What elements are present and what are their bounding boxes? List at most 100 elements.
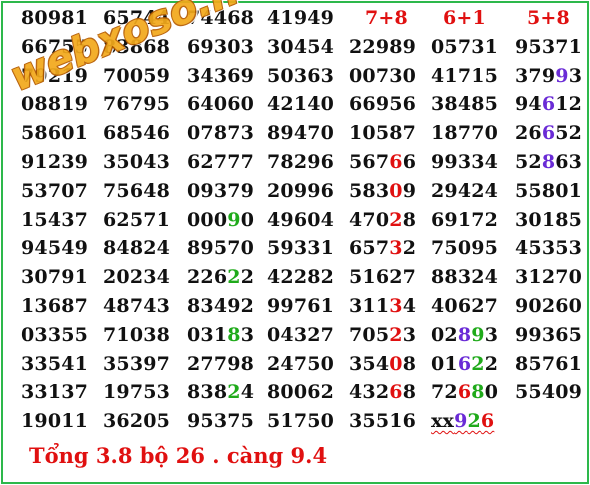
number-cell: 41949 [267, 7, 335, 29]
number-cell: 64060 [187, 93, 255, 116]
number-cell: 34369 [187, 64, 255, 87]
digit-segment: 6 [541, 93, 556, 116]
digit-segment: 01 [431, 352, 458, 375]
digit-segment: 6 [541, 122, 556, 145]
digit-segment: 12 [555, 93, 583, 116]
digit-segment: 567 [349, 151, 390, 173]
digit-segment: 2 [402, 237, 417, 260]
digit-segment: 6 [389, 381, 403, 404]
number-cell: 80981 [21, 7, 89, 29]
number-cell: 89570 [187, 237, 255, 260]
number-cell: 71038 [103, 323, 171, 346]
digit-segment: 6 [402, 151, 417, 173]
digit-segment: 9 [454, 410, 468, 433]
number-cell: 02893 [431, 324, 498, 346]
number-cell: 62571 [103, 208, 171, 231]
number-cell: 42282 [267, 266, 335, 289]
digit-segment: 0 [389, 352, 403, 375]
digit-segment: 9 [555, 64, 569, 87]
digit-segment: 311 [349, 295, 390, 317]
number-cell: xx926 [431, 410, 494, 432]
number-cell: 94549 [21, 237, 89, 260]
digit-segment: 2 [389, 323, 403, 346]
number-cell: 99761 [267, 295, 335, 317]
number-cell: 55409 [515, 381, 583, 404]
number-cell: 30791 [21, 266, 89, 289]
digit-segment: 705 [349, 323, 390, 346]
digit-segment: 8 [402, 352, 417, 375]
number-cell: 49604 [267, 208, 335, 231]
number-cell: 03183 [187, 324, 254, 346]
number-cell: 80062 [267, 381, 335, 404]
number-cell: 84824 [103, 237, 171, 260]
number-cell: 42140 [267, 93, 335, 116]
number-cell: 43268 [349, 381, 416, 403]
digit-segment: 3 [389, 295, 403, 317]
digit-segment: 0 [484, 381, 499, 404]
number-cell: 19753 [103, 381, 171, 404]
number-cell: 09379 [187, 179, 255, 202]
number-cell: 03355 [21, 323, 89, 346]
number-cell: 83824 [187, 381, 254, 403]
digit-segment: 6 [480, 410, 495, 433]
summary-footer: Tổng 3.8 bộ 26 . càng 9.4 [29, 443, 328, 468]
number-cell: 79219 [21, 64, 89, 87]
number-cell: 27798 [187, 352, 255, 375]
digit-segment: 432 [349, 381, 390, 404]
number-cell: 51627 [349, 266, 417, 289]
number-cell: 75095 [431, 237, 499, 260]
digit-segment: 2 [484, 352, 499, 375]
number-cell: 22622 [187, 266, 254, 288]
number-cell: 89470 [267, 122, 335, 145]
number-cell: 07873 [187, 122, 255, 145]
digit-segment: 72 [431, 381, 458, 404]
digit-segment: 2 [227, 381, 241, 404]
number-cell: 66956 [349, 93, 417, 116]
number-cell: 38485 [431, 93, 499, 116]
number-cell: 10587 [349, 122, 417, 145]
number-cell: 29424 [431, 179, 499, 202]
digit-segment: 6 [389, 151, 403, 173]
number-cell: 83868 [103, 35, 171, 58]
number-cell: 99334 [431, 151, 499, 173]
number-cell: 88324 [431, 266, 499, 289]
number-cell: 56766 [349, 151, 416, 173]
number-cell: 20996 [267, 179, 335, 202]
number-cell: 95371 [515, 35, 583, 58]
number-cell: 24750 [267, 352, 335, 375]
digit-segment: 3 [402, 323, 417, 346]
digit-segment: 94 [515, 93, 542, 116]
number-cell: 05731 [431, 35, 499, 58]
number-cell: 36205 [103, 410, 171, 433]
digit-segment: 9 [402, 179, 417, 202]
digit-segment: xx [431, 410, 455, 433]
digit-segment: 3 [568, 64, 583, 87]
number-cell: 70059 [103, 64, 171, 87]
number-cell: 78296 [267, 151, 335, 173]
number-cell: 99365 [515, 323, 583, 346]
number-cell: 40627 [431, 295, 499, 317]
digit-segment: 583 [349, 179, 390, 202]
number-cell: 08819 [21, 93, 89, 116]
number-cell: 65732 [349, 237, 416, 259]
digit-segment: 9 [227, 208, 241, 231]
digit-segment: 838 [187, 381, 228, 404]
number-cell: 18770 [431, 122, 499, 145]
number-cell: 01622 [431, 353, 498, 375]
digit-segment: 3 [240, 323, 255, 346]
number-cell: 19011 [21, 410, 89, 433]
digit-segment: 4 [240, 381, 255, 404]
digit-segment: 354 [349, 352, 390, 375]
number-cell: 58309 [349, 180, 416, 202]
digit-segment: 2 [471, 352, 485, 375]
number-cell: 33541 [21, 352, 89, 375]
number-cell: 31134 [349, 295, 416, 317]
digit-segment: 657 [349, 237, 390, 260]
number-cell: 26652 [515, 122, 582, 144]
digit-segment: 9 [471, 323, 485, 346]
number-cell: 35397 [103, 352, 171, 375]
digit-segment: 2 [240, 266, 255, 289]
number-cell: 95375 [187, 410, 255, 433]
digit-segment: 26 [515, 122, 542, 145]
number-cell: 55801 [515, 179, 583, 202]
